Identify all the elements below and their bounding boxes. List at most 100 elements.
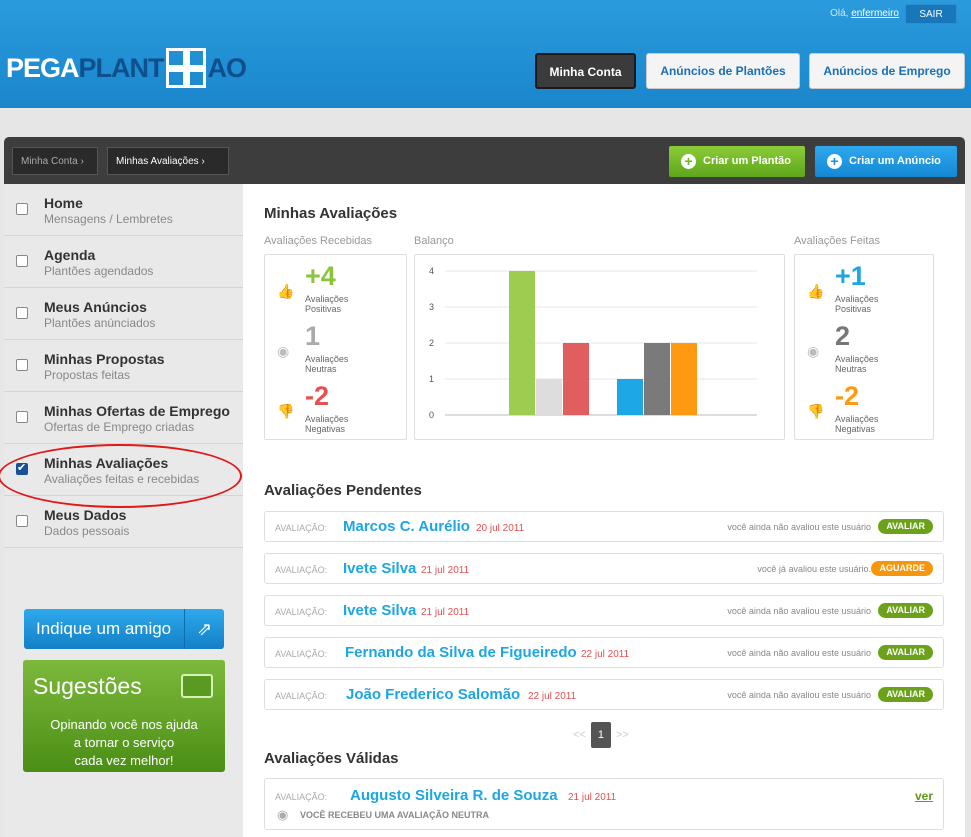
user-name-link[interactable]: Ivete Silva	[343, 602, 416, 619]
stat-label: Avaliações Positivas	[305, 294, 349, 314]
made-positive: 👍 +1 Avaliações Positivas	[795, 261, 915, 321]
thumbs-down-icon: 👎	[277, 403, 295, 419]
username-link[interactable]: enfermeiro	[851, 8, 899, 19]
y-tick-label: 2	[429, 338, 434, 348]
evaluate-badge[interactable]: AVALIAR	[878, 645, 933, 660]
logo-plus-icon	[165, 48, 206, 88]
evaluate-badge[interactable]: AVALIAR	[878, 687, 933, 702]
create-shift-button[interactable]: + Criar um Plantão	[669, 146, 805, 177]
logo[interactable]: PEGA PLANT AO	[6, 48, 247, 88]
user-name-link[interactable]: Augusto Silveira R. de Souza	[350, 787, 558, 804]
user-name-link[interactable]: João Frederico Salomão	[346, 686, 520, 703]
user-name-link[interactable]: Marcos C. Aurélio	[343, 518, 470, 535]
y-tick-label: 0	[429, 410, 434, 420]
pending-row: AVALIAÇÃO: Ivete Silva 21 jul 2011 você …	[264, 553, 944, 584]
chart-bar	[509, 271, 535, 415]
row-label: AVALIAÇÃO:	[275, 523, 328, 533]
refer-friend-button[interactable]: Indique um amigo ⇗	[24, 609, 224, 649]
chart-bar	[617, 379, 643, 415]
pending-row: AVALIAÇÃO: João Frederico Salomão 22 jul…	[264, 679, 944, 710]
checkbox-icon	[16, 411, 28, 423]
row-date: 22 jul 2011	[581, 649, 630, 660]
top-header: Olá, enfermeiro SAIR PEGA PLANT AO Minha…	[0, 0, 971, 108]
user-greeting: Olá, enfermeiro	[830, 8, 899, 19]
breadcrumb-minhas-avaliacoes[interactable]: Minhas Avaliações ›	[107, 147, 229, 175]
row-label: AVALIAÇÃO:	[275, 607, 328, 617]
sidebar-item-title: Minhas Propostas	[44, 351, 165, 367]
view-link[interactable]: ver	[915, 789, 933, 803]
sidebar-item-ofertas-emprego[interactable]: Minhas Ofertas de Emprego Ofertas de Emp…	[4, 392, 243, 444]
sidebar-item-minhas-propostas[interactable]: Minhas Propostas Propostas feitas	[4, 340, 243, 392]
received-stats-box: 👍 +4 Avaliações Positivas ◉ 1 Avaliações N…	[264, 254, 407, 440]
sidebar-item-subtitle: Ofertas de Emprego criadas	[44, 420, 195, 434]
valid-row: AVALIAÇÃO: Augusto Silveira R. de Souza …	[264, 778, 944, 830]
pager-next[interactable]: >>	[616, 729, 629, 741]
stat-label: Avaliações Positivas	[835, 294, 879, 314]
logout-button[interactable]: SAIR	[905, 4, 957, 24]
thumbs-down-icon: 👎	[807, 403, 825, 419]
received-neutral: ◉ 1 Avaliações Neutras	[265, 321, 385, 381]
row-status: você ainda não avaliou este usuário	[727, 522, 871, 532]
create-ad-button[interactable]: + Criar um Anúncio	[815, 146, 957, 177]
pager-prev[interactable]: <<	[573, 729, 586, 741]
pending-row: AVALIAÇÃO: Ivete Silva 21 jul 2011 você …	[264, 595, 944, 626]
breadcrumb-minha-conta[interactable]: Minha Conta ›	[12, 147, 98, 175]
sidebar-item-meus-anuncios[interactable]: Meus Anúncios Plantões anúnciados	[4, 288, 243, 340]
suggestions-box[interactable]: Sugestões Opinando você nos ajuda a torn…	[23, 660, 225, 772]
nav-minha-conta[interactable]: Minha Conta	[535, 53, 636, 89]
create-shift-label: Criar um Plantão	[703, 155, 792, 167]
nav-anuncios-plantoes[interactable]: Anúncios de Plantões	[646, 53, 800, 89]
speech-bubble-icon	[181, 674, 213, 698]
y-tick-label: 1	[429, 374, 434, 384]
evaluate-badge[interactable]: AVALIAR	[878, 603, 933, 618]
action-toolbar: Minha Conta › Minhas Avaliações › + Cria…	[4, 137, 965, 184]
user-name-link[interactable]: Fernando da Silva de Figueiredo	[345, 644, 577, 661]
suggestions-title: Sugestões	[33, 673, 142, 699]
create-ad-label: Criar um Anúncio	[849, 155, 941, 167]
checkbox-icon	[16, 359, 28, 371]
row-date: 21 jul 2011	[421, 565, 470, 576]
stat-label: Avaliações Negativas	[305, 414, 349, 434]
sidebar-item-agenda[interactable]: Agenda Plantões agendados	[4, 236, 243, 288]
suggestions-text: Opinando você nos ajuda a tornar o servi…	[23, 716, 225, 770]
sidebar-item-subtitle: Propostas feitas	[44, 368, 131, 382]
sidebar-item-subtitle: Plantões agendados	[44, 264, 154, 278]
refer-friend-label: Indique um amigo	[36, 619, 172, 638]
neutral-circle-icon: ◉	[277, 343, 290, 359]
stat-label: Avaliações Negativas	[835, 414, 879, 434]
pending-row: AVALIAÇÃO: Fernando da Silva de Figueire…	[264, 637, 944, 668]
row-status: você ainda não avaliou este usuário	[727, 648, 871, 658]
sidebar-item-title: Agenda	[44, 247, 96, 263]
received-neutral-count: 1	[305, 321, 321, 351]
neutral-circle-icon: ◉	[277, 807, 289, 822]
highlight-ring	[0, 444, 242, 508]
row-status: você já avaliou este usuário.	[757, 564, 871, 574]
sidebar-item-subtitle: Plantões anúnciados	[44, 316, 156, 330]
sidebar-item-subtitle: Dados pessoais	[44, 524, 130, 538]
row-label: AVALIAÇÃO:	[275, 792, 328, 802]
received-negative-count: -2	[305, 381, 330, 411]
row-date: 21 jul 2011	[568, 792, 617, 803]
logo-part-1: PEGA	[6, 52, 80, 83]
made-neutral-count: 2	[835, 321, 851, 351]
y-tick-label: 3	[429, 302, 434, 312]
user-name-link[interactable]: Ivete Silva	[343, 560, 416, 577]
balance-chart: 0 1 2 3 4	[414, 254, 785, 440]
row-label: AVALIAÇÃO:	[275, 691, 328, 701]
received-positive: 👍 +4 Avaliações Positivas	[265, 261, 385, 321]
suggestions-line: cada vez melhor!	[74, 753, 174, 768]
pager-current[interactable]: 1	[590, 722, 611, 748]
stat-label: Avaliações Neutras	[305, 354, 349, 374]
made-negative-count: -2	[835, 381, 860, 411]
sidebar-item-title: Meus Anúncios	[44, 299, 147, 315]
y-tick-label: 4	[429, 266, 434, 276]
nav-anuncios-emprego[interactable]: Anúncios de Emprego	[809, 53, 965, 89]
sidebar-item-home[interactable]: Home Mensagens / Lembretes	[4, 184, 243, 236]
valid-title: Avaliações Válidas	[264, 750, 399, 767]
suggestions-line: Opinando você nos ajuda	[50, 717, 198, 732]
pending-title: Avaliações Pendentes	[264, 482, 422, 499]
checkbox-icon	[16, 307, 28, 319]
row-label: AVALIAÇÃO:	[275, 649, 328, 659]
row-status: você ainda não avaliou este usuário	[727, 606, 871, 616]
evaluate-badge[interactable]: AVALIAR	[878, 519, 933, 534]
